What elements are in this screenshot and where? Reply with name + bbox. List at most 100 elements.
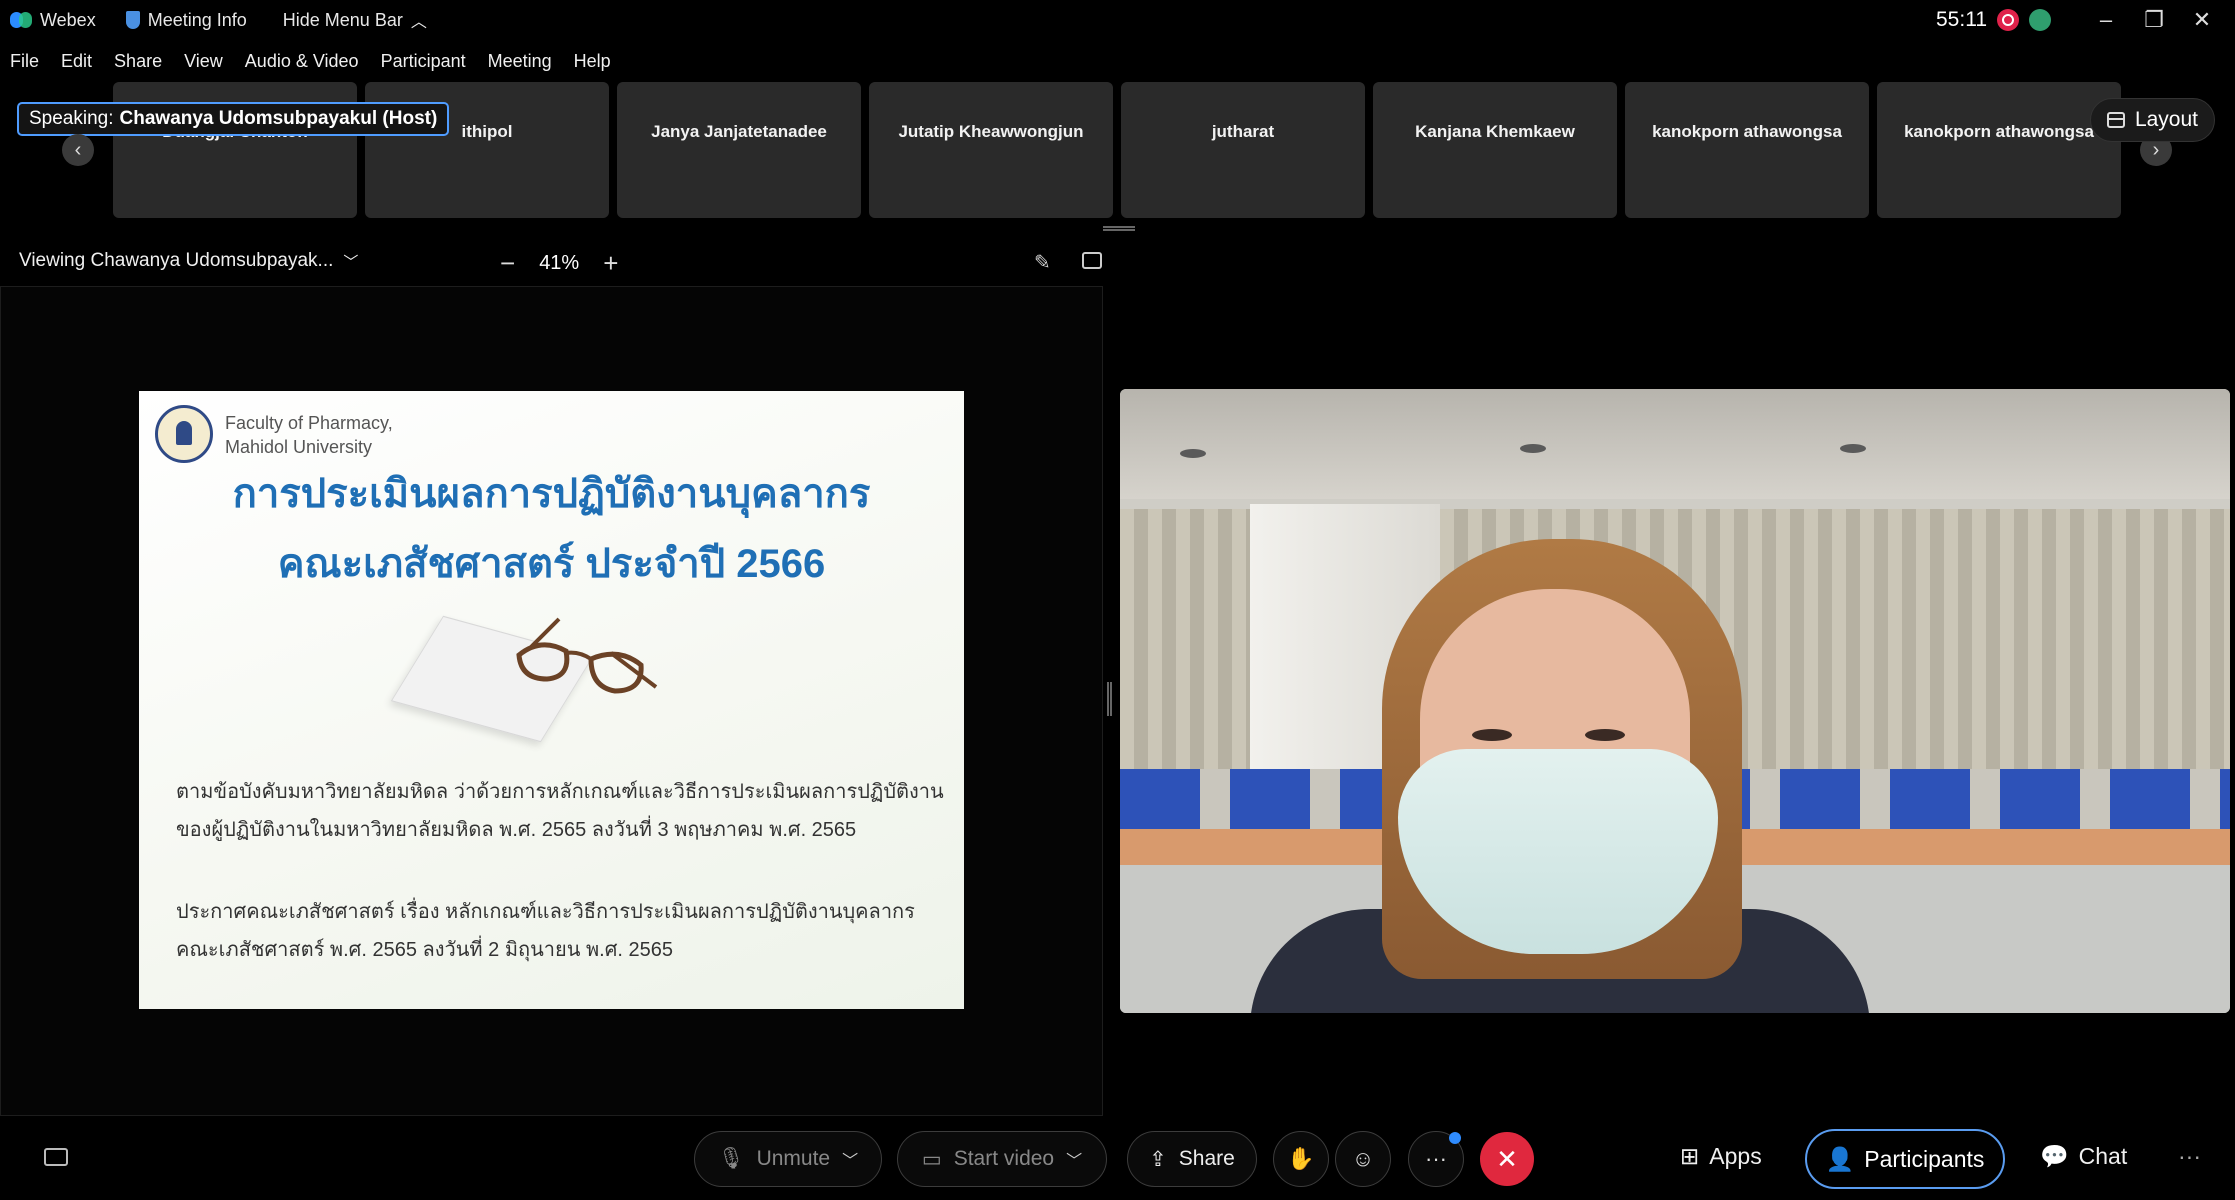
video-ceiling-light (1840, 444, 1866, 453)
start-video-button[interactable]: ▭ Start video ﹀ (897, 1131, 1107, 1187)
slide-paragraph-2: ประกาศคณะเภสัชศาสตร์ เรื่อง หลักเกณฑ์และ… (176, 893, 915, 969)
more-dots-icon: ··· (1425, 1146, 1447, 1171)
webex-app-button[interactable]: Webex (10, 10, 96, 31)
participant-tile[interactable]: Janya Janjatetanadee (617, 82, 861, 218)
share-button[interactable]: ⇪ Share (1127, 1131, 1257, 1187)
zoom-out-minus-icon[interactable]: − (500, 248, 515, 279)
menu-participant[interactable]: Participant (381, 51, 466, 72)
shield-icon (125, 11, 140, 29)
share-view-bar: Viewing Chawanya Udomsubpayak... ﹀ − 41%… (0, 246, 1110, 279)
start-video-label: Start video (953, 1147, 1055, 1170)
app-name: Webex (40, 9, 96, 30)
participant-strip: Speaking: Chawanya Udomsubpayakul (Host)… (0, 80, 2235, 220)
recording-icon[interactable] (1997, 9, 2019, 31)
speaking-prefix: Speaking: (29, 108, 114, 129)
panel-resize-handle[interactable] (1107, 682, 1112, 716)
meeting-info-button[interactable]: Meeting Info (125, 9, 247, 31)
hide-menu-label: Hide Menu Bar (282, 9, 403, 30)
video-off-icon: ▭ (921, 1147, 942, 1171)
hide-menu-bar-button[interactable]: Hide Menu Bar ︿ (283, 8, 427, 32)
chevron-down-icon[interactable]: ﹀ (1066, 1147, 1082, 1171)
annotate-pen-icon[interactable]: ✎ (1034, 250, 1056, 274)
chevron-down-icon[interactable]: ﹀ (842, 1147, 858, 1171)
raise-hand-button[interactable]: ✋ (1273, 1131, 1329, 1187)
chat-button[interactable]: 💬 Chat (2040, 1143, 2127, 1170)
closed-captions-icon[interactable] (44, 1148, 68, 1166)
webex-window: Webex Meeting Info Hide Menu Bar ︿ 55:11… (0, 0, 2235, 1200)
slide-paragraph-1-line-2: ของผู้ปฏิบัติงานในมหาวิทยาลัยมหิดล พ.ศ. … (176, 819, 857, 841)
presentation-slide: Faculty of Pharmacy, Mahidol University … (139, 391, 964, 1009)
zoom-level: 41% (539, 252, 580, 274)
participant-name: Janya Janjatetanadee (651, 122, 827, 141)
layout-button[interactable]: Layout (2089, 98, 2215, 142)
faculty-name: Faculty of Pharmacy, Mahidol University (225, 411, 393, 459)
participant-tile[interactable]: kanokporn athawongsa (1877, 82, 2121, 218)
reactions-button[interactable]: ☺ (1335, 1131, 1391, 1187)
menu-view[interactable]: View (184, 51, 223, 72)
minimize-icon[interactable]: – (2091, 7, 2121, 33)
apps-button[interactable]: ⊞ Apps (1680, 1143, 1762, 1170)
menu-file[interactable]: File (10, 51, 39, 72)
raise-hand-icon: ✋ (1287, 1146, 1315, 1171)
restore-icon[interactable]: ❐ (2139, 7, 2169, 33)
participant-name: Kanjana Khemkaew (1415, 122, 1575, 141)
faculty-line-2: Mahidol University (225, 437, 373, 457)
slide-paragraph-2-line-2: คณะเภสัชศาสตร์ พ.ศ. 2565 ลงวันที่ 2 มิถุ… (176, 939, 674, 961)
strip-resize-handle[interactable] (1103, 226, 1135, 231)
participant-name: ithipol (461, 122, 513, 141)
viewing-selector[interactable]: Viewing Chawanya Udomsubpayak... ﹀ (19, 250, 358, 272)
title-bar: Webex Meeting Info Hide Menu Bar ︿ 55:11… (0, 0, 2235, 40)
apps-label: Apps (1709, 1143, 1762, 1169)
unmute-label: Unmute (756, 1147, 831, 1170)
participant-tile[interactable]: jutharat (1121, 82, 1365, 218)
menu-bar: File Edit Share View Audio & Video Parti… (0, 46, 633, 76)
menu-meeting[interactable]: Meeting (488, 51, 552, 72)
chevron-up-icon: ︿ (410, 14, 427, 31)
participants-label: Participants (1864, 1145, 1985, 1172)
notification-dot (1449, 1132, 1461, 1144)
apps-grid-icon: ⊞ (1680, 1143, 1700, 1169)
unmute-button[interactable]: 🎙 Unmute ﹀ (694, 1131, 882, 1187)
menu-help[interactable]: Help (574, 51, 611, 72)
menu-audio-video[interactable]: Audio & Video (245, 51, 359, 72)
more-panels-button[interactable]: ··· (2178, 1143, 2201, 1170)
zoom-in-plus-icon[interactable]: + (603, 248, 618, 279)
network-health-icon[interactable] (2029, 9, 2051, 31)
close-x-icon: ✕ (1496, 1143, 1518, 1174)
speaking-name: Chawanya Udomsubpayakul (Host) (119, 108, 438, 129)
participant-tile[interactable]: kanokporn athawongsa (1625, 82, 1869, 218)
more-dots-icon: ··· (2178, 1143, 2201, 1169)
participant-tile[interactable]: Jutatip Kheawwongjun (869, 82, 1113, 218)
faculty-line-1: Faculty of Pharmacy, (225, 413, 393, 433)
close-icon[interactable]: ✕ (2187, 7, 2217, 33)
strip-prev-chevron-left-icon[interactable]: ‹ (62, 134, 94, 166)
mahidol-seal-logo (155, 405, 213, 463)
share-screen-icon: ⇪ (1149, 1147, 1167, 1171)
participant-name: kanokporn athawongsa (1904, 122, 2094, 141)
slide-paragraph-1-line-1: ตามข้อบังคับมหาวิทยาลัยมหิดล ว่าด้วยการห… (176, 781, 944, 803)
menu-share[interactable]: Share (114, 51, 162, 72)
meeting-controls: 🎙 Unmute ﹀ ▭ Start video ﹀ ⇪ Share ✋ ☺ ·… (0, 1125, 2235, 1193)
emoji-reaction-icon: ☺ (1351, 1146, 1375, 1171)
speaker-eye (1585, 729, 1625, 741)
participant-name: Jutatip Kheawwongjun (898, 122, 1084, 141)
video-ceiling-light (1180, 449, 1206, 458)
leave-meeting-button[interactable]: ✕ (1480, 1132, 1534, 1186)
chat-label: Chat (2078, 1143, 2128, 1169)
video-ceiling-light (1520, 444, 1546, 453)
layout-icon (2106, 112, 2125, 128)
eyeglasses-illustration (516, 617, 658, 694)
share-window-icon[interactable] (1082, 252, 1102, 269)
video-ceiling (1120, 389, 2230, 499)
participant-tile[interactable]: Kanjana Khemkaew (1373, 82, 1617, 218)
meeting-info-label: Meeting Info (147, 9, 247, 30)
webex-logo-icon (10, 12, 32, 28)
share-label: Share (1178, 1147, 1235, 1170)
participant-name: jutharat (1211, 122, 1275, 141)
viewing-label: Viewing Chawanya Udomsubpayak... (19, 250, 334, 271)
participant-name: kanokporn athawongsa (1652, 122, 1842, 141)
slide-paragraph-1: ตามข้อบังคับมหาวิทยาลัยมหิดล ว่าด้วยการห… (176, 773, 944, 849)
menu-edit[interactable]: Edit (61, 51, 92, 72)
speaker-eye (1472, 729, 1512, 741)
participants-button[interactable]: 👤 Participants (1805, 1129, 2005, 1189)
